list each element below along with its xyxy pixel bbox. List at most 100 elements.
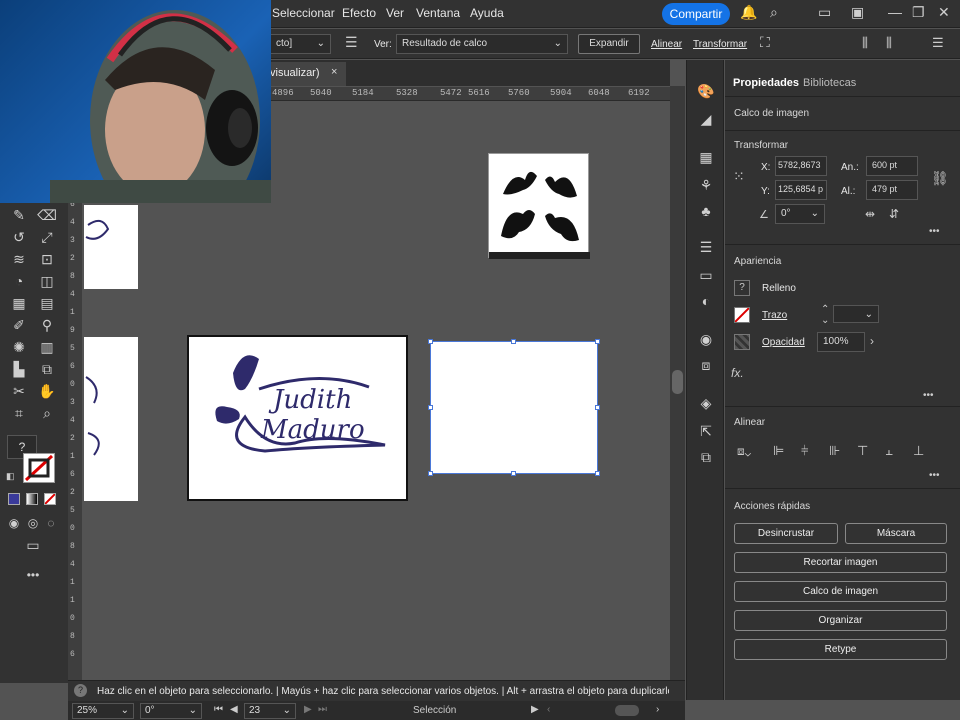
- selection-handle[interactable]: [595, 339, 600, 344]
- selection-handle[interactable]: [595, 405, 600, 410]
- x-field[interactable]: 5782,8673: [775, 156, 827, 176]
- align-right-icon[interactable]: ⊪: [829, 443, 840, 459]
- pencil-icon[interactable]: ✎: [8, 205, 30, 225]
- first-artboard-icon[interactable]: ⏮: [214, 704, 223, 715]
- align-bottom-icon[interactable]: ⊥: [913, 443, 924, 459]
- graphic-styles-icon[interactable]: ⧈: [697, 356, 715, 374]
- stroke-swatch[interactable]: [734, 307, 750, 323]
- selected-trace-object[interactable]: [428, 339, 600, 476]
- eraser-icon[interactable]: ⌫: [36, 205, 58, 225]
- chart-icon[interactable]: ▙: [8, 359, 30, 379]
- chevron-left-icon[interactable]: ‹: [547, 704, 550, 715]
- menu-ayuda[interactable]: Ayuda: [470, 6, 504, 20]
- blend-icon[interactable]: ⚲: [36, 315, 58, 335]
- default-colors-icon[interactable]: ◧: [6, 471, 15, 482]
- height-field[interactable]: 479 pt: [866, 180, 918, 200]
- workspace-icon[interactable]: ▭: [818, 4, 831, 21]
- export-icon[interactable]: ⇱: [697, 422, 715, 440]
- more-align-options[interactable]: •••: [929, 470, 940, 481]
- symbol-sprayer-icon[interactable]: ✺: [8, 337, 30, 357]
- mesh-icon[interactable]: ▦: [8, 293, 30, 313]
- menu-efecto[interactable]: Efecto: [342, 6, 376, 20]
- arrange-icon[interactable]: ▣: [851, 4, 864, 21]
- shape-builder-icon[interactable]: ◔: [8, 271, 30, 291]
- trace-panel-icon[interactable]: ☰: [345, 34, 358, 51]
- stroke-weight-dropdown[interactable]: ⌄: [833, 305, 879, 323]
- scrollbar-thumb[interactable]: [672, 370, 683, 394]
- menu-seleccionar[interactable]: Seleccionar: [272, 6, 335, 20]
- angle-dropdown[interactable]: 0° ⌄: [775, 204, 825, 224]
- rotate-icon[interactable]: ↺: [8, 227, 30, 247]
- mascara-button[interactable]: Máscara: [845, 523, 947, 544]
- last-artboard-icon[interactable]: ⏭: [318, 704, 327, 715]
- more-transform-options[interactable]: •••: [929, 226, 940, 237]
- gradient-mode-icon[interactable]: [26, 493, 38, 505]
- share-button[interactable]: Compartir: [662, 3, 730, 25]
- menu-ventana[interactable]: Ventana: [416, 6, 460, 20]
- bell-icon[interactable]: 🔔: [740, 4, 757, 21]
- selection-handle[interactable]: [595, 471, 600, 476]
- width-field[interactable]: 600 pt: [866, 156, 918, 176]
- layers-icon[interactable]: ◈: [697, 394, 715, 412]
- next-artboard-icon[interactable]: ▶: [304, 704, 312, 715]
- butterfly-reference-image[interactable]: [488, 153, 590, 259]
- zoom-icon[interactable]: ⌕: [36, 403, 58, 423]
- minimize-icon[interactable]: —: [888, 4, 902, 20]
- stroke-stepper[interactable]: ⌃ ⌄: [821, 304, 829, 326]
- selection-handle[interactable]: [428, 471, 433, 476]
- desincrustar-button[interactable]: Desincrustar: [734, 523, 838, 544]
- preset-dropdown[interactable]: cto] ⌄: [271, 34, 331, 54]
- draw-inside-icon[interactable]: ◌: [40, 513, 62, 533]
- rotation-dropdown[interactable]: 0° ⌄: [140, 703, 202, 719]
- align-center-icon[interactable]: ⫩: [801, 443, 808, 459]
- menu-icon[interactable]: ☰: [932, 35, 944, 51]
- view-dropdown[interactable]: Resultado de calco ⌄: [396, 34, 568, 54]
- artboards-icon[interactable]: ⧉: [697, 448, 715, 466]
- stroke-label[interactable]: Trazo: [762, 310, 787, 321]
- logo-artboard[interactable]: Judith Maduro: [187, 335, 408, 501]
- selection-handle[interactable]: [428, 405, 433, 410]
- close-tab-icon[interactable]: ×: [331, 66, 337, 78]
- align-link[interactable]: Alinear: [651, 39, 682, 50]
- arrange-button[interactable]: Organizar: [734, 610, 947, 631]
- y-field[interactable]: 125,6854 p: [775, 180, 827, 200]
- transform-link[interactable]: Transformar: [693, 39, 747, 50]
- help-icon[interactable]: ?: [74, 684, 87, 697]
- vertical-scrollbar[interactable]: [670, 86, 685, 700]
- image-trace-button[interactable]: Calco de imagen: [734, 581, 947, 602]
- artboard-partial[interactable]: [84, 337, 138, 501]
- more-appearance-options[interactable]: •••: [923, 390, 934, 401]
- align-left-icon[interactable]: ⊫: [773, 443, 784, 459]
- search-icon[interactable]: ⌕: [770, 4, 778, 21]
- selection-handle[interactable]: [428, 339, 433, 344]
- horizontal-scrollbar-thumb[interactable]: [615, 705, 639, 716]
- tab-propiedades[interactable]: Propiedades: [733, 77, 799, 89]
- align-to-dropdown[interactable]: ⧈⌄: [737, 444, 751, 459]
- crop-image-button[interactable]: Recortar imagen: [734, 552, 947, 573]
- chevron-right-icon[interactable]: ›: [870, 334, 874, 348]
- stroke-swatch[interactable]: [23, 453, 55, 483]
- color-mode-icon[interactable]: [8, 493, 20, 505]
- color-palette-icon[interactable]: 🎨: [697, 82, 715, 100]
- gradient-panel-icon[interactable]: ◢: [697, 110, 715, 128]
- free-transform-icon[interactable]: ⊡: [36, 249, 58, 269]
- restore-icon[interactable]: ❐: [912, 4, 925, 21]
- reference-point-icon[interactable]: ⁙: [733, 168, 745, 185]
- artboard-icon[interactable]: ⧉: [36, 359, 58, 379]
- opacity-label[interactable]: Opacidad: [762, 337, 805, 348]
- hand-icon[interactable]: ✋: [36, 381, 58, 401]
- tab-bibliotecas[interactable]: Bibliotecas: [803, 77, 856, 89]
- eyedropper-icon[interactable]: ✐: [8, 315, 30, 335]
- align-middle-icon[interactable]: ⫠: [885, 443, 893, 459]
- gradient-icon[interactable]: ▭: [697, 266, 715, 284]
- effects-fx-button[interactable]: fx.: [731, 366, 744, 380]
- scale-icon[interactable]: ⤢: [36, 227, 58, 247]
- more-tools-icon[interactable]: •••: [22, 565, 44, 585]
- link-proportions-icon[interactable]: ⛓: [931, 170, 949, 187]
- artboard-partial[interactable]: [84, 205, 138, 289]
- align-top-icon[interactable]: ⊤: [857, 443, 868, 459]
- play-icon[interactable]: ▶: [531, 704, 539, 715]
- appearance-icon[interactable]: ◉: [697, 330, 715, 348]
- selection-handle[interactable]: [511, 339, 516, 344]
- retype-button[interactable]: Retype: [734, 639, 947, 660]
